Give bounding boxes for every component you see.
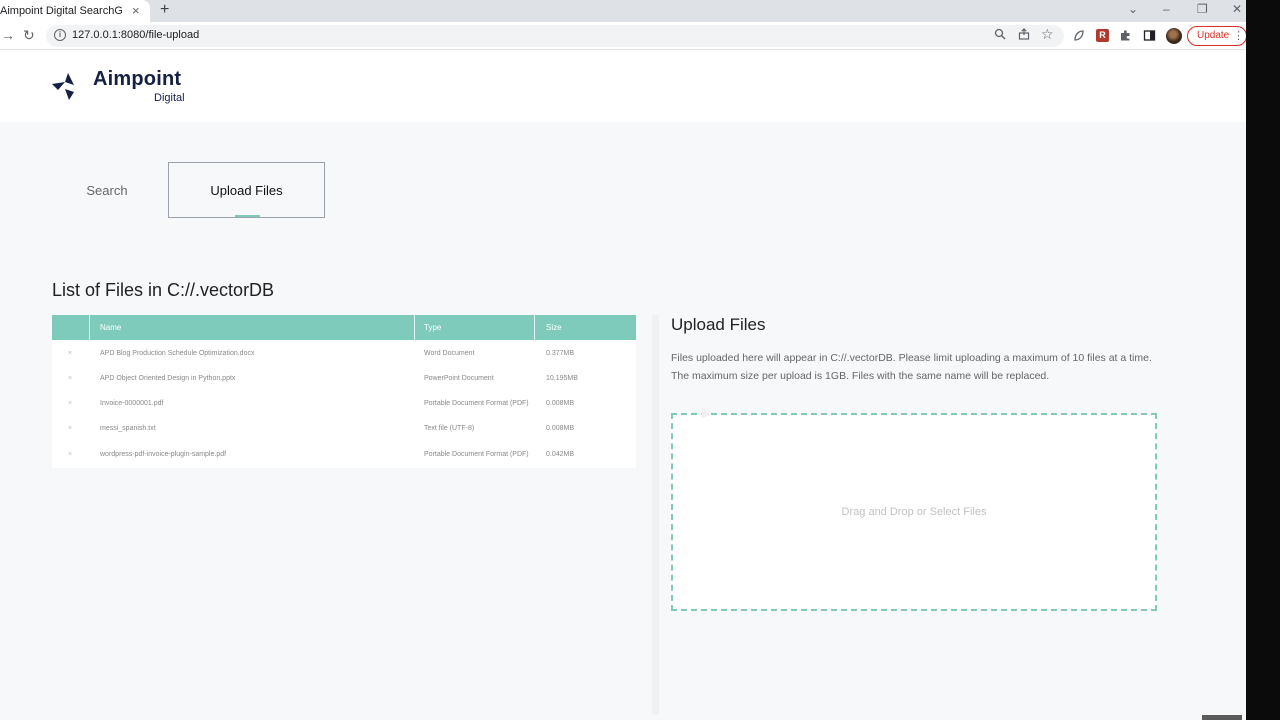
tab-search-label: Search: [86, 182, 128, 198]
table-row: × APD Blog Production Schedule Optimizat…: [52, 341, 636, 366]
page-header: Aimpoint Digital: [0, 50, 1246, 122]
zoom-icon[interactable]: [994, 28, 1006, 43]
file-name: APD Object Oriented Design in Python.ppt…: [100, 375, 236, 382]
file-name: messi_spanish.txt: [100, 425, 156, 432]
extension-red-icon[interactable]: R: [1096, 29, 1109, 42]
file-name: wordpress-pdf-invoice-plugin-sample.pdf: [100, 451, 227, 458]
tab-upload-files[interactable]: Upload Files: [168, 162, 325, 218]
column-divider: [652, 315, 659, 715]
tab-search-chevron-icon[interactable]: ⌄: [1128, 2, 1138, 16]
file-size: 0.377MB: [546, 350, 575, 357]
brand-name: Aimpoint: [93, 68, 182, 90]
active-tab-indicator: [235, 215, 260, 217]
file-size: 10.195MB: [546, 375, 578, 382]
side-panel-icon[interactable]: [1143, 29, 1156, 42]
update-button[interactable]: Update ⋮: [1187, 26, 1246, 46]
minimize-icon[interactable]: –: [1163, 2, 1170, 16]
column-header-name[interactable]: Name: [100, 315, 121, 340]
profile-avatar[interactable]: [1166, 28, 1182, 44]
file-type: Portable Document Format (PDF): [424, 400, 529, 407]
file-table: Name Type Size × APD Blog Production Sch…: [52, 315, 636, 468]
bookmark-star-icon[interactable]: ☆: [1041, 26, 1054, 43]
table-header: Name Type Size: [52, 315, 636, 340]
tab-title: Aimpoint Digital SearchGPT: [0, 5, 122, 17]
file-name: Invoice-0000001.pdf: [100, 400, 164, 407]
extensions-puzzle-icon[interactable]: [1119, 29, 1132, 42]
file-name: APD Blog Production Schedule Optimizatio…: [100, 350, 255, 357]
delete-file-icon[interactable]: ×: [68, 391, 72, 416]
table-row: × wordpress-pdf-invoice-plugin-sample.pd…: [52, 442, 636, 467]
delete-file-icon[interactable]: ×: [68, 341, 72, 366]
site-info-icon[interactable]: i: [54, 29, 66, 41]
share-icon[interactable]: [1018, 28, 1030, 43]
tab-search[interactable]: Search: [52, 162, 162, 218]
delete-file-icon[interactable]: ×: [68, 366, 72, 391]
table-row: × APD Object Oriented Design in Python.p…: [52, 366, 636, 391]
header-separator: [89, 315, 90, 340]
column-header-type[interactable]: Type: [424, 315, 441, 340]
browser-viewport: Aimpoint Digital SearchGPT × + ⌄ – ❐ ✕ →…: [0, 0, 1246, 720]
forward-icon[interactable]: →: [1, 27, 15, 43]
corner-bar: [1202, 715, 1242, 720]
chrome-menu-icon[interactable]: ⋮: [1233, 27, 1244, 45]
file-dropzone[interactable]: Drag and Drop or Select Files: [671, 413, 1157, 611]
delete-file-icon[interactable]: ×: [68, 416, 72, 441]
table-row: × Invoice-0000001.pdf Portable Document …: [52, 391, 636, 416]
restore-icon[interactable]: ❐: [1197, 2, 1208, 16]
file-size: 0.008MB: [546, 425, 575, 432]
file-type: Word Document: [424, 350, 475, 357]
file-type: Portable Document Format (PDF): [424, 451, 529, 458]
file-type: Text file (UTF-8): [424, 425, 475, 432]
header-separator: [414, 315, 415, 340]
aimpoint-logo-icon: [52, 73, 74, 100]
delete-file-icon[interactable]: ×: [68, 442, 72, 467]
file-type: PowerPoint Document: [424, 375, 494, 382]
url-input[interactable]: 127.0.0.1:8080/file-upload: [72, 29, 199, 41]
file-size: 0.042MB: [546, 451, 575, 458]
omnibox[interactable]: i 127.0.0.1:8080/file-upload ☆: [46, 25, 1064, 47]
screen-edge: [1246, 0, 1280, 720]
new-tab-icon[interactable]: +: [160, 1, 169, 19]
upload-title: Upload Files: [671, 315, 766, 334]
address-bar: → ↻ i 127.0.0.1:8080/file-upload ☆ R Upd…: [0, 22, 1246, 50]
update-button-label: Update: [1197, 30, 1230, 41]
table-row: × messi_spanish.txt Text file (UTF-8) 0.…: [52, 416, 636, 441]
header-separator: [534, 315, 535, 340]
window-close-icon[interactable]: ✕: [1232, 2, 1242, 16]
browser-tab[interactable]: Aimpoint Digital SearchGPT ×: [0, 0, 150, 22]
brand-subtitle: Digital: [154, 92, 185, 104]
dropzone-label: Drag and Drop or Select Files: [841, 506, 987, 518]
tab-close-icon[interactable]: ×: [132, 3, 140, 18]
column-header-size[interactable]: Size: [546, 315, 562, 340]
upload-description: Files uploaded here will appear in C://.…: [671, 352, 1152, 382]
extension-leaf-icon[interactable]: [1072, 29, 1085, 42]
tab-bar: Aimpoint Digital SearchGPT × + ⌄ – ❐ ✕: [0, 0, 1246, 22]
file-list-title: List of Files in C://.vectorDB: [52, 280, 275, 300]
tab-upload-files-label: Upload Files: [210, 182, 283, 198]
reload-icon[interactable]: ↻: [23, 27, 35, 44]
file-size: 0.008MB: [546, 400, 575, 407]
